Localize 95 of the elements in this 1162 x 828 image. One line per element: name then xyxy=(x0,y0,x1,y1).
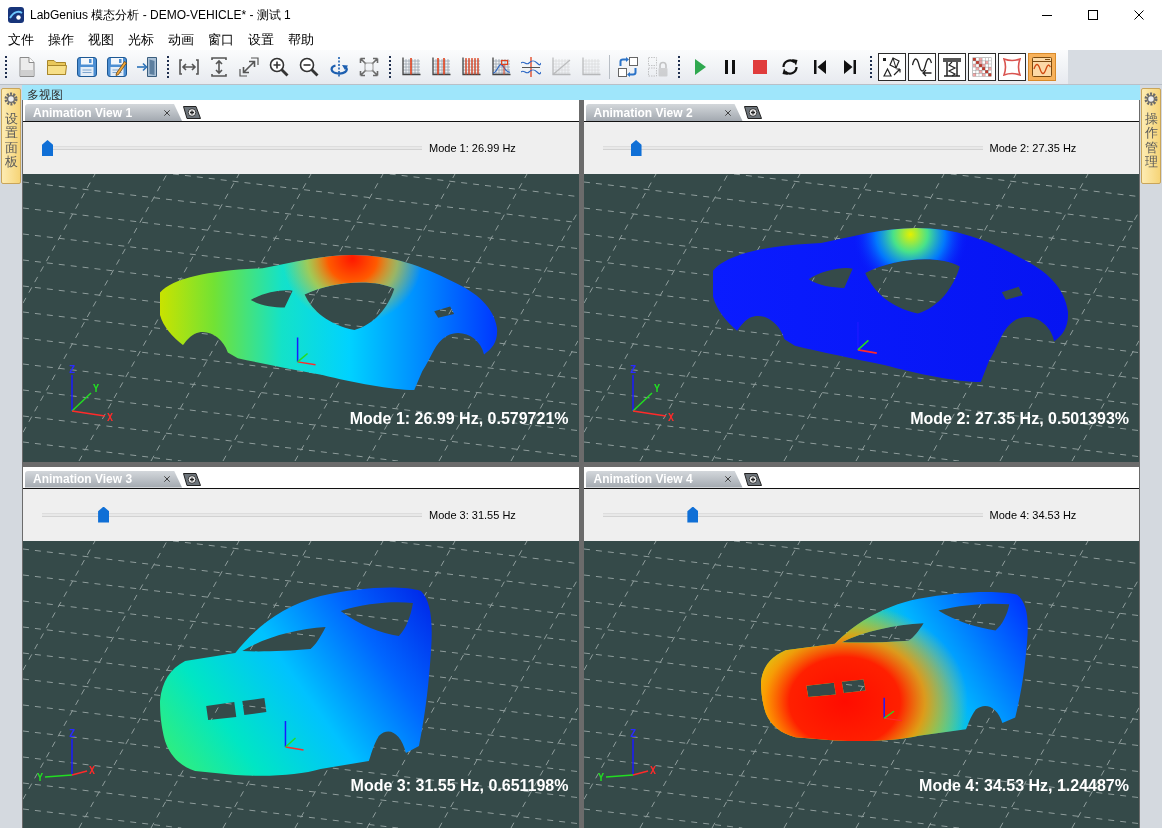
toggle-button[interactable] xyxy=(998,53,1026,81)
diagonal-arrow-icon[interactable] xyxy=(239,57,259,77)
add-tab-icon[interactable] xyxy=(183,472,201,486)
axis-triad-icon xyxy=(284,719,305,751)
slider-value: Mode 4: 34.53 Hz xyxy=(989,508,1077,521)
mode-label: Mode 1: 26.99 Hz, 0.579721% xyxy=(349,410,569,428)
arrow-door-icon[interactable] xyxy=(137,57,157,77)
slider-value: Mode 1: 26.99 Hz xyxy=(429,142,516,154)
panel-title: 多视图 xyxy=(27,88,63,103)
axis-label: Y xyxy=(93,383,100,394)
add-tab-icon[interactable] xyxy=(743,472,762,486)
axis-label: Y xyxy=(653,383,660,394)
menu-item[interactable]: 窗口 xyxy=(201,30,241,50)
toggle-button[interactable] xyxy=(1028,53,1056,81)
toggle-button[interactable] xyxy=(968,53,996,81)
axis-triad-icon xyxy=(71,374,106,417)
vertical-arrow-icon[interactable] xyxy=(211,57,227,77)
menu-item[interactable]: 帮助 xyxy=(281,30,321,50)
add-tab-icon[interactable] xyxy=(183,106,201,119)
axis-label: X xyxy=(667,412,674,423)
folder-icon[interactable] xyxy=(47,59,67,75)
expand-arrows-icon[interactable] xyxy=(359,57,379,77)
mode-label: Mode 2: 27.35 Hz, 0.501393% xyxy=(910,410,1129,428)
table-spring-icon xyxy=(942,57,962,77)
skip-back-icon[interactable] xyxy=(814,60,826,74)
minimize-icon[interactable] xyxy=(1042,14,1052,16)
gear-icon xyxy=(1144,92,1158,106)
axis-label: X xyxy=(107,412,114,423)
menu-item[interactable]: 设置 xyxy=(241,30,281,50)
slider-value: Mode 2: 27.35 Hz xyxy=(989,142,1077,154)
play-icon[interactable] xyxy=(694,59,706,75)
zoom-out-icon[interactable] xyxy=(299,57,319,77)
menu-item[interactable]: 文件 xyxy=(1,30,41,50)
axis-triad-icon xyxy=(604,737,649,778)
blank-page-icon[interactable] xyxy=(19,57,35,77)
gear-icon xyxy=(4,92,18,106)
horizontal-arrow-icon[interactable] xyxy=(179,59,199,75)
model-viewport[interactable]: Z Y X Mode 4: 34.53 Hz, 1.24487% xyxy=(583,540,1139,828)
axis-label: Z xyxy=(69,364,76,375)
crosshair-waves-icon[interactable] xyxy=(521,57,541,77)
shapes-icon xyxy=(882,57,902,77)
slider-thumb[interactable] xyxy=(630,140,642,156)
app-logo-icon xyxy=(8,7,24,23)
side-panel-tab[interactable]: 设置面板 xyxy=(1,88,21,185)
floppy-pencil-icon[interactable] xyxy=(107,57,127,77)
loop-icon[interactable] xyxy=(782,59,798,75)
slider-value: Mode 3: 31.55 Hz xyxy=(429,508,516,521)
toggle-button[interactable] xyxy=(938,53,966,81)
axis-triad-icon xyxy=(631,374,667,417)
axis-triad-icon xyxy=(296,336,317,366)
window-title: LabGenius 模态分析 - DEMO-VEHICLE* - 测试 1 xyxy=(30,6,292,24)
menu-item[interactable]: 视图 xyxy=(81,30,121,50)
slider-thumb[interactable] xyxy=(42,140,53,156)
menu-item[interactable]: 动画 xyxy=(161,30,201,50)
rotate-icon[interactable] xyxy=(329,57,349,77)
close-icon[interactable] xyxy=(164,476,170,482)
wave-window-icon xyxy=(1032,57,1052,77)
mode-label: Mode 4: 34.53 Hz, 1.24487% xyxy=(919,776,1129,795)
axis-triad-icon xyxy=(856,321,878,354)
skip-forward-icon[interactable] xyxy=(844,60,856,74)
slider-thumb[interactable] xyxy=(687,506,699,523)
grid-two-cursors-icon[interactable] xyxy=(431,57,451,77)
toggle-button[interactable] xyxy=(878,53,906,81)
model-viewport[interactable]: Z Y X Mode 1: 26.99 Hz, 0.579721% xyxy=(23,174,579,462)
axis-triad-icon xyxy=(883,696,903,721)
toggle-button[interactable] xyxy=(908,53,936,81)
axis-label: Y xyxy=(37,771,44,783)
grid-cursors-icon[interactable] xyxy=(461,57,481,77)
side-panel-tab[interactable]: 操作管理 xyxy=(1141,88,1161,185)
axis-triad-icon xyxy=(44,737,88,778)
close-icon[interactable] xyxy=(1134,10,1144,20)
grid-peak-icon[interactable] xyxy=(491,57,511,77)
zoom-in-icon[interactable] xyxy=(269,57,289,77)
maximize-icon[interactable] xyxy=(1088,10,1098,20)
axis-label: X xyxy=(89,764,96,776)
axis-label: Z xyxy=(629,364,636,375)
model-viewport[interactable]: Z Y X Mode 2: 27.35 Hz, 0.501393% xyxy=(583,174,1139,462)
axis-label: X xyxy=(649,764,656,776)
wave-arrow-icon xyxy=(912,57,932,77)
matrix-grid-icon xyxy=(972,57,992,77)
mode-label: Mode 3: 31.55 Hz, 0.651198% xyxy=(350,776,569,795)
pause-icon[interactable] xyxy=(725,60,735,74)
grid-cursor-icon[interactable] xyxy=(401,57,421,77)
axis-label: Z xyxy=(629,727,636,739)
menu-item[interactable]: 光标 xyxy=(121,30,161,50)
slider-thumb[interactable] xyxy=(98,506,110,523)
close-icon[interactable] xyxy=(724,476,731,482)
close-icon[interactable] xyxy=(724,109,731,116)
model-viewport[interactable]: Z Y X Mode 3: 31.55 Hz, 0.651198% xyxy=(23,540,579,828)
axis-label: Z xyxy=(69,727,76,739)
close-icon[interactable] xyxy=(164,109,170,116)
menu-item[interactable]: 操作 xyxy=(41,30,81,50)
add-tab-icon[interactable] xyxy=(743,106,762,119)
swap-arrows-icon[interactable] xyxy=(618,57,638,77)
axis-label: Y xyxy=(597,771,604,783)
